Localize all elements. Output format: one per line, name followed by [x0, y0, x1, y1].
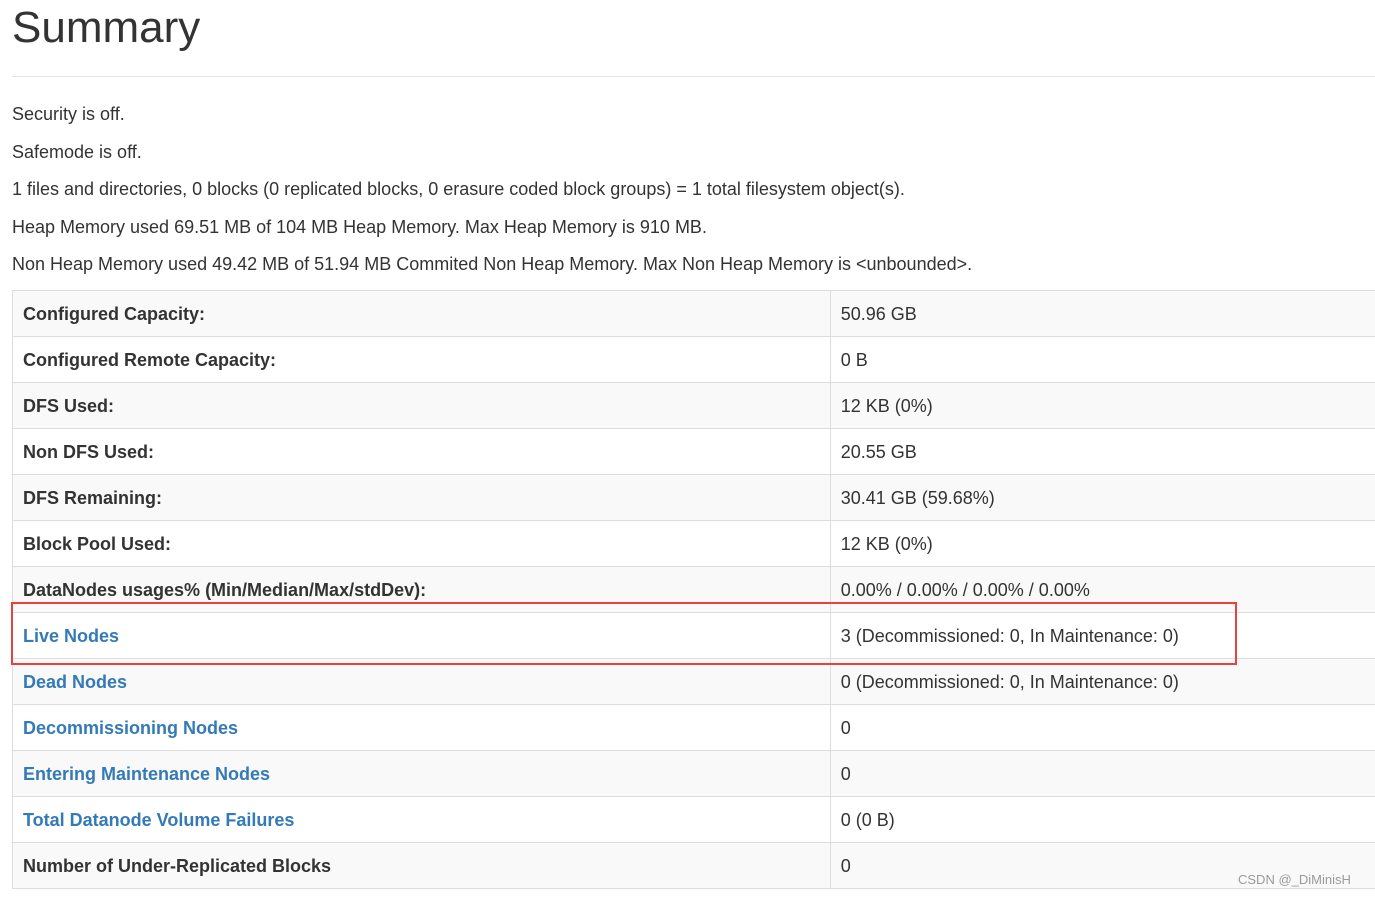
table-row-decommissioning-nodes: Decommissioning Nodes 0 [12, 704, 1375, 751]
row-label: Configured Remote Capacity: [12, 336, 831, 383]
table-row-datanodes-usages: DataNodes usages% (Min/Median/Max/stdDev… [12, 566, 1375, 613]
live-nodes-link[interactable]: Live Nodes [23, 626, 119, 646]
table-row-block-pool-used: Block Pool Used: 12 KB (0%) [12, 520, 1375, 567]
table-row-configured-capacity: Configured Capacity: 50.96 GB [12, 290, 1375, 337]
decommissioning-nodes-link[interactable]: Decommissioning Nodes [23, 718, 238, 738]
row-label-cell: Total Datanode Volume Failures [12, 796, 831, 843]
title-divider [12, 76, 1375, 77]
page-title: Summary [12, 3, 201, 52]
row-label: Configured Capacity: [12, 290, 831, 337]
row-value: 3 (Decommissioned: 0, In Maintenance: 0) [829, 612, 1375, 659]
row-value: 50.96 GB [829, 290, 1375, 337]
row-label-cell: Live Nodes [12, 612, 831, 659]
table-row-dead-nodes: Dead Nodes 0 (Decommissioned: 0, In Main… [12, 658, 1375, 705]
table-row-dfs-remaining: DFS Remaining: 30.41 GB (59.68%) [12, 474, 1375, 521]
watermark: CSDN @_DiMinisH [1238, 872, 1351, 887]
table-row-live-nodes: Live Nodes 3 (Decommissioned: 0, In Main… [12, 612, 1375, 659]
row-value: 12 KB (0%) [829, 382, 1375, 429]
row-label-cell: Decommissioning Nodes [12, 704, 831, 751]
row-label: DFS Used: [12, 382, 831, 429]
summary-table: Configured Capacity: 50.96 GB Configured… [12, 290, 1375, 889]
row-value: 0.00% / 0.00% / 0.00% / 0.00% [829, 566, 1375, 613]
total-datanode-volume-failures-link[interactable]: Total Datanode Volume Failures [23, 810, 294, 830]
row-value: 20.55 GB [829, 428, 1375, 475]
table-row-non-dfs-used: Non DFS Used: 20.55 GB [12, 428, 1375, 475]
table-row-configured-remote-capacity: Configured Remote Capacity: 0 B [12, 336, 1375, 383]
dead-nodes-link[interactable]: Dead Nodes [23, 672, 127, 692]
table-row-dfs-used: DFS Used: 12 KB (0%) [12, 382, 1375, 429]
filesystem-objects-summary: 1 files and directories, 0 blocks (0 rep… [12, 179, 905, 199]
row-label: DFS Remaining: [12, 474, 831, 521]
row-value: 0 [829, 750, 1375, 797]
table-row-total-datanode-volume-failures: Total Datanode Volume Failures 0 (0 B) [12, 796, 1375, 843]
table-row-entering-maintenance-nodes: Entering Maintenance Nodes 0 [12, 750, 1375, 797]
heap-memory-summary: Heap Memory used 69.51 MB of 104 MB Heap… [12, 217, 707, 237]
entering-maintenance-nodes-link[interactable]: Entering Maintenance Nodes [23, 764, 270, 784]
row-label: Non DFS Used: [12, 428, 831, 475]
row-label-cell: Entering Maintenance Nodes [12, 750, 831, 797]
row-value: 0 (Decommissioned: 0, In Maintenance: 0) [829, 658, 1375, 705]
row-value: 0 B [829, 336, 1375, 383]
non-heap-memory-summary: Non Heap Memory used 49.42 MB of 51.94 M… [12, 254, 973, 274]
security-status: Security is off. [12, 104, 125, 124]
safemode-status: Safemode is off. [12, 142, 142, 162]
row-label: Block Pool Used: [12, 520, 831, 567]
row-label: Number of Under-Replicated Blocks [12, 842, 831, 889]
row-value: 0 [829, 704, 1375, 751]
row-value: 12 KB (0%) [829, 520, 1375, 567]
row-label: DataNodes usages% (Min/Median/Max/stdDev… [12, 566, 831, 613]
row-value: 0 (0 B) [829, 796, 1375, 843]
table-row-under-replicated-blocks: Number of Under-Replicated Blocks 0 [12, 842, 1375, 889]
row-label-cell: Dead Nodes [12, 658, 831, 705]
row-value: 30.41 GB (59.68%) [829, 474, 1375, 521]
